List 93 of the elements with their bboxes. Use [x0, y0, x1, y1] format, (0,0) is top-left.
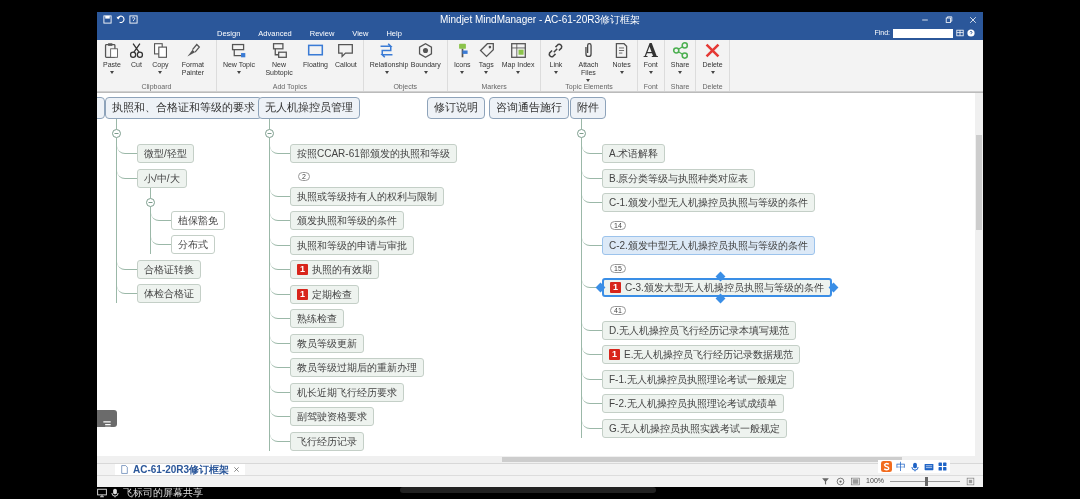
- microphone-icon[interactable]: [110, 488, 120, 498]
- tag-icon: [477, 42, 495, 59]
- screen-share-label: 飞标司的屏幕共享: [123, 488, 203, 498]
- font-button-letter: A: [643, 42, 658, 61]
- topic-node[interactable]: D.无人机操控员飞行经历记录本填写规范: [602, 320, 796, 340]
- collapse-icon[interactable]: [265, 129, 274, 138]
- caret-icon[interactable]: [553, 71, 558, 74]
- topic-node[interactable]: 1 执照的有效期: [290, 260, 379, 279]
- caret-icon[interactable]: [586, 79, 591, 82]
- topic-icon: [230, 42, 248, 59]
- topic-node[interactable]: B.原分类等级与执照种类对应表: [602, 168, 756, 188]
- grid-icon[interactable]: [938, 462, 947, 471]
- priority-marker: 1: [297, 288, 308, 300]
- topic-node[interactable]: 颁发执照和等级的条件: [290, 211, 404, 230]
- caret-icon[interactable]: [619, 71, 624, 74]
- window-title: Mindjet MindManager - AC-61-20R3修订框架: [439, 14, 641, 25]
- index-icon: [509, 42, 527, 59]
- share-icon: [671, 42, 689, 59]
- keyboard-icon[interactable]: [924, 461, 934, 472]
- floating-topic-icon: [307, 42, 325, 59]
- caret-icon[interactable]: [109, 71, 114, 74]
- topic-node[interactable]: 体检合格证: [137, 284, 201, 303]
- caret-icon[interactable]: [678, 71, 683, 74]
- main-topic[interactable]: 咨询通告施行: [489, 97, 569, 119]
- collapse-icon[interactable]: [577, 129, 586, 138]
- topic-node[interactable]: 1 定期检查: [290, 284, 359, 304]
- main-topic[interactable]: 附件: [570, 97, 606, 119]
- callout-icon: [337, 42, 355, 59]
- topic-node[interactable]: 执照或等级持有人的权利与限制: [290, 186, 444, 206]
- resize-handle[interactable]: [828, 282, 839, 293]
- save-icon[interactable]: [103, 15, 112, 24]
- topic-node[interactable]: 小/中/大: [137, 168, 187, 188]
- topic-node[interactable]: 按照CCAR-61部颁发的执照和等级: [290, 144, 457, 163]
- caret-icon[interactable]: [384, 71, 389, 74]
- priority-marker: 1: [297, 264, 308, 275]
- input-mode[interactable]: 中: [896, 461, 906, 472]
- topic-node[interactable]: 分布式: [171, 235, 215, 254]
- scrollbar-thumb[interactable]: [502, 457, 902, 462]
- topic-node[interactable]: C-2.颁发中型无人机操控员执照与等级的条件: [602, 235, 815, 255]
- zoom-slider-thumb[interactable]: [925, 477, 928, 486]
- topic-node[interactable]: C-1.颁发小型无人机操控员执照与等级的条件: [602, 193, 815, 212]
- target-icon[interactable]: [836, 477, 846, 486]
- document-tab[interactable]: AC-61-20R3修订框架: [115, 464, 246, 475]
- topic-node[interactable]: 微型/轻型: [137, 144, 194, 163]
- topic-node[interactable]: 植保豁免: [171, 210, 225, 230]
- caret-icon[interactable]: [484, 71, 489, 74]
- vertical-scrollbar[interactable]: [975, 93, 983, 456]
- undo-icon[interactable]: [116, 15, 125, 24]
- options-icon[interactable]: [956, 29, 964, 38]
- filter-icon[interactable]: [821, 477, 831, 486]
- topic-node[interactable]: 机长近期飞行经历要求: [290, 382, 404, 402]
- help-icon[interactable]: [967, 29, 975, 38]
- scissors-icon: [127, 42, 145, 59]
- topic-node[interactable]: 副驾驶资格要求: [290, 407, 374, 426]
- topic-node[interactable]: F-2.无人机操控员执照理论考试成绩单: [602, 394, 784, 413]
- collapse-icon[interactable]: [112, 129, 121, 138]
- close-icon[interactable]: [233, 466, 241, 473]
- link-icon: [547, 42, 565, 59]
- collapse-icon[interactable]: [146, 197, 155, 207]
- help-icon[interactable]: [129, 15, 138, 24]
- caret-icon[interactable]: [710, 71, 715, 74]
- map-view-icon[interactable]: [851, 477, 861, 486]
- horizontal-scrollbar[interactable]: [97, 456, 983, 463]
- topic-node[interactable]: 教员等级过期后的重新办理: [290, 358, 424, 377]
- monitor-icon: [97, 488, 107, 498]
- topic-node[interactable]: 执照和等级的申请与审批: [290, 235, 414, 255]
- topic-node[interactable]: G.无人机操控员执照实践考试一般规定: [602, 418, 787, 438]
- priority-marker: 1: [610, 282, 621, 293]
- caret-icon[interactable]: [423, 71, 428, 74]
- topic-node[interactable]: 1 E.无人机操控员飞行经历记录数据规范: [602, 345, 801, 364]
- find-field[interactable]: [893, 28, 953, 38]
- topic-node[interactable]: 1 C-3.颁发大型无人机操控员执照与等级的条件: [602, 278, 832, 297]
- caret-icon[interactable]: [460, 71, 465, 74]
- scrollbar-thumb[interactable]: [976, 135, 982, 230]
- main-topic[interactable]: 无人机操控员管理: [258, 97, 360, 119]
- subtopic-icon: [270, 42, 288, 59]
- topic-node[interactable]: 合格证转换: [137, 259, 201, 279]
- main-topic[interactable]: 修订说明: [427, 97, 485, 119]
- input-method-logo[interactable]: [881, 461, 892, 472]
- topic-node[interactable]: 熟练检查: [290, 309, 344, 328]
- restore-icon[interactable]: [945, 15, 953, 24]
- caret-icon[interactable]: [516, 71, 521, 74]
- topic-node[interactable]: 飞行经历记录: [290, 431, 364, 451]
- topic-node[interactable]: F-1.无人机操控员执照理论考试一般规定: [602, 369, 794, 389]
- resize-handle[interactable]: [595, 282, 606, 293]
- priority-marker: 1: [609, 349, 620, 360]
- caret-icon[interactable]: [237, 71, 241, 74]
- delete-icon: [704, 42, 722, 59]
- topic-node[interactable]: 教员等级更新: [290, 333, 364, 353]
- topic-node[interactable]: A.术语解释: [602, 144, 666, 163]
- caret-icon[interactable]: [158, 71, 163, 74]
- boundary-icon: [417, 42, 435, 59]
- caret-icon[interactable]: [648, 71, 653, 74]
